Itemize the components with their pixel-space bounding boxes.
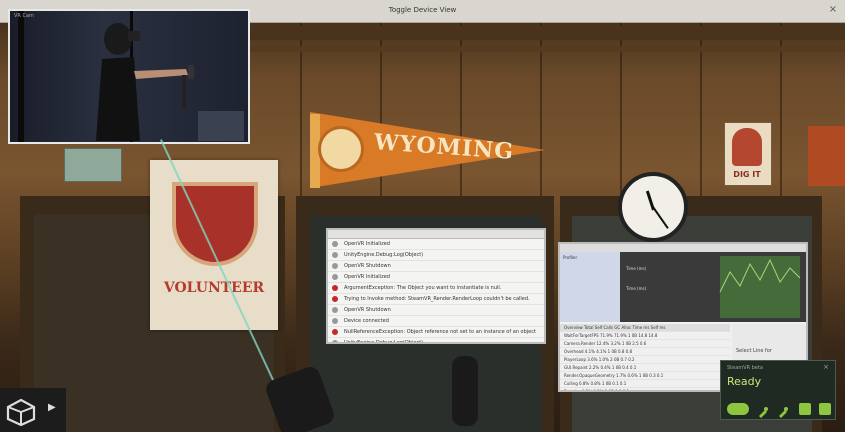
console-row[interactable]: OpenVR Shutdown — [328, 261, 544, 272]
error-icon — [332, 296, 338, 302]
profiler-toolbar — [560, 244, 806, 252]
info-icon — [332, 252, 338, 258]
steamvr-status-window[interactable]: SteamVR beta × Ready — [720, 360, 836, 420]
profiler-row[interactable]: Camera.Render 12.4% 3.2% 1 0B 2.5 0.6 — [560, 340, 730, 348]
person-head — [104, 23, 132, 55]
pennant-seal — [318, 126, 364, 172]
info-icon — [332, 241, 338, 247]
vr-scene: Toggle Device View × VR Cam WYOMING VOLU… — [0, 0, 845, 432]
profiler-title: Profiler — [563, 255, 578, 260]
profiler-legend: Profiler — [560, 252, 620, 322]
info-icon — [332, 274, 338, 280]
landscape-poster — [808, 126, 845, 186]
console-row-text: ArgumentException: The Object you want t… — [344, 285, 502, 291]
steamvr-status-text: Ready — [727, 375, 762, 388]
profiler-header: Overview Total Self Calls GC Alloc Time … — [560, 324, 730, 332]
profiler-row[interactable]: Render.OpaqueGeometry 1.7% 0.6% 1 0B 0.3… — [560, 372, 730, 380]
profiler-row[interactable]: WaitForTargetFPS 71.9% 71.9% 1 0B 14.8 1… — [560, 332, 730, 340]
lighthouse-icon[interactable] — [799, 403, 811, 415]
lighthouse-icon[interactable] — [819, 403, 831, 415]
desk — [198, 111, 244, 141]
console-row[interactable]: UnityEngine.Debug:Log(Object) — [328, 250, 544, 261]
play-arrow-icon[interactable]: ▶ — [48, 402, 56, 413]
console-row[interactable]: Device connected — [328, 316, 544, 327]
console-row[interactable]: ArgumentException: The Object you want t… — [328, 283, 544, 294]
error-icon — [332, 329, 338, 335]
controller-icon — [182, 75, 186, 109]
console-row[interactable]: OpenVR Initialized — [328, 272, 544, 283]
console-row[interactable]: Trying to Invoke method: SteamVR_Render.… — [328, 294, 544, 305]
console-row-text: OpenVR Initialized — [344, 274, 390, 280]
info-icon — [332, 318, 338, 324]
error-icon — [332, 285, 338, 291]
headset-icon — [128, 31, 140, 41]
detail-hint: Select Line for — [736, 348, 772, 354]
info-icon — [332, 307, 338, 313]
controller-icon[interactable] — [777, 403, 789, 418]
ceiling-beam — [250, 26, 845, 40]
webcam-feed: VR Cam — [8, 9, 250, 144]
headset-icon[interactable] — [727, 403, 749, 415]
console-row-text: OpenVR Shutdown — [344, 307, 391, 313]
steamvr-title: SteamVR beta — [727, 365, 763, 371]
console-row[interactable]: NullReferenceException: Object reference… — [328, 327, 544, 338]
raccoon-poster — [64, 148, 122, 182]
device-icons — [727, 403, 831, 418]
controller-icon — [188, 65, 194, 79]
graph-area — [720, 256, 800, 318]
profiler-table[interactable]: Overview Total Self Calls GC Alloc Time … — [560, 324, 730, 390]
profiler-row[interactable]: Culling 0.8% 0.8% 1 0B 0.1 0.1 — [560, 380, 730, 388]
console-row-text: OpenVR Initialized — [344, 241, 390, 247]
dig-it-text: DIG IT — [733, 170, 761, 179]
controller-icon — [452, 356, 478, 426]
profiler-row[interactable]: Overhead 4.1% 4.1% 1 0B 0.8 0.8 — [560, 348, 730, 356]
console-toolbar — [328, 230, 544, 239]
profiler-row[interactable]: PlayerLoop 3.6% 1.0% 2 0B 0.7 0.2 — [560, 356, 730, 364]
info-icon — [332, 340, 338, 342]
profiler-row[interactable]: GUI.Repaint 2.2% 0.4% 1 0B 0.4 0.1 — [560, 364, 730, 372]
ceiling-beam — [250, 46, 845, 52]
controller-icon[interactable] — [757, 403, 769, 418]
poster-figure — [732, 128, 762, 166]
console-row-text: OpenVR Shutdown — [344, 263, 391, 269]
tripod-pole — [18, 11, 24, 142]
console-row[interactable]: UnityEngine.Debug:Log(Object) — [328, 338, 544, 344]
console-row-text: UnityEngine.Debug:Log(Object) — [344, 340, 424, 344]
person-figure — [18, 11, 244, 142]
profiler-chart[interactable]: Time (ms) Time (ms) — [620, 252, 806, 322]
unity-logo-icon — [6, 398, 36, 426]
profiler-row[interactable]: Drawing 0.5% 0.5% 1 0B 0.1 0.1 — [560, 388, 730, 390]
webcam-label: VR Cam — [14, 13, 34, 19]
info-icon — [332, 263, 338, 269]
console-panel[interactable]: OpenVR Initialized UnityEngine.Debug:Log(… — [326, 228, 546, 344]
close-icon[interactable]: × — [823, 363, 829, 371]
console-row[interactable]: OpenVR Shutdown — [328, 305, 544, 316]
console-row-text: Trying to Invoke method: SteamVR_Render.… — [344, 296, 530, 302]
console-row[interactable]: OpenVR Initialized — [328, 239, 544, 250]
console-row-text: Device connected — [344, 318, 389, 324]
console-list: OpenVR Initialized UnityEngine.Debug:Log(… — [328, 239, 544, 344]
profiler-graph — [719, 256, 801, 318]
console-row-text: NullReferenceException: Object reference… — [344, 329, 536, 335]
console-row-text: UnityEngine.Debug:Log(Object) — [344, 252, 424, 258]
poster-text: VOLUNTEER — [163, 280, 265, 296]
close-icon[interactable]: × — [827, 4, 839, 16]
person-body — [96, 57, 140, 141]
person-arm — [134, 69, 188, 79]
